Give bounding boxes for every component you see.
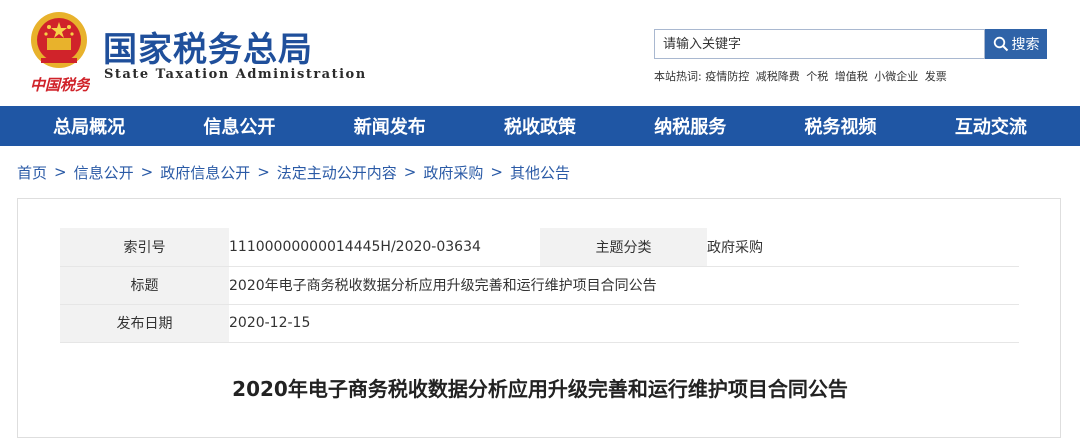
nav-item-overview[interactable]: 总局概况 [45,113,133,139]
nav-item-news[interactable]: 新闻发布 [346,113,434,139]
table-row: 标题 2020年电子商务税收数据分析应用升级完善和运行维护项目合同公告 [60,266,1019,305]
hot-words-label: 本站热词: [654,70,702,83]
title-label: 标题 [60,266,229,305]
hot-word-link[interactable]: 增值税 [835,70,868,83]
hot-word-link[interactable]: 发票 [925,70,947,83]
breadcrumb-separator: > [403,163,417,181]
main-nav: 总局概况 信息公开 新闻发布 税收政策 纳税服务 税务视频 互动交流 [0,106,1080,146]
breadcrumb-item-info-disclosure[interactable]: 信息公开 [74,162,134,183]
hot-word-link[interactable]: 小微企业 [874,70,918,83]
nav-item-tax-video[interactable]: 税务视频 [797,113,885,139]
nav-item-interaction[interactable]: 互动交流 [947,113,1035,139]
search-input[interactable] [654,29,985,59]
national-emblem-icon [31,12,87,68]
search-button[interactable]: 搜索 [985,29,1047,59]
breadcrumb-item-statutory[interactable]: 法定主动公开内容 [277,162,397,183]
hot-word-link[interactable]: 个税 [806,70,828,83]
date-value: 2020-12-15 [229,304,1019,343]
svg-text:中国税务: 中国税务 [30,76,90,94]
article-card: 索引号 11100000000014445H/2020-03634 主题分类 政… [17,198,1061,438]
nav-item-taxpayer-service[interactable]: 纳税服务 [646,113,734,139]
index-value: 11100000000014445H/2020-03634 [229,228,540,267]
breadcrumb-separator: > [54,163,67,181]
breadcrumb: 首页 > 信息公开 > 政府信息公开 > 法定主动公开内容 > 政府采购 > 其… [0,146,1080,198]
table-row: 索引号 11100000000014445H/2020-03634 主题分类 政… [60,228,1019,267]
hot-word-link[interactable]: 减税降费 [756,70,800,83]
breadcrumb-separator: > [490,163,503,181]
nav-item-tax-policy[interactable]: 税收政策 [496,113,584,139]
breadcrumb-separator: > [140,163,154,181]
breadcrumb-item-home[interactable]: 首页 [17,162,47,183]
site-header: 中国税务 国家税务总局 State Taxation Administratio… [0,0,1080,106]
hot-words: 本站热词: 疫情防控 减税降费 个税 增值税 小微企业 发票 [654,68,950,84]
article-title: 2020年电子商务税收数据分析应用升级完善和运行维护项目合同公告 [232,377,848,401]
breadcrumb-item-procurement[interactable]: 政府采购 [423,162,483,183]
site-subtitle: State Taxation Administration [104,67,367,82]
breadcrumb-separator: > [257,163,270,181]
search-icon [993,36,1008,52]
breadcrumb-item-gov-info[interactable]: 政府信息公开 [160,162,250,183]
search-button-label: 搜索 [1011,37,1040,53]
date-label: 发布日期 [60,304,229,343]
site-title[interactable]: 国家税务总局 [103,22,313,71]
table-row: 发布日期 2020-12-15 [60,304,1019,343]
category-label: 主题分类 [540,228,707,267]
hot-word-link[interactable]: 疫情防控 [705,70,749,83]
breadcrumb-item-other-notices[interactable]: 其他公告 [510,162,570,183]
article-metadata-table: 索引号 11100000000014445H/2020-03634 主题分类 政… [60,228,1019,343]
category-value: 政府采购 [707,228,1019,267]
nav-item-info-disclosure[interactable]: 信息公开 [195,113,283,139]
title-value: 2020年电子商务税收数据分析应用升级完善和运行维护项目合同公告 [229,266,1019,305]
index-label: 索引号 [60,228,229,267]
china-tax-slogan-logo: 中国税务 [30,76,90,94]
